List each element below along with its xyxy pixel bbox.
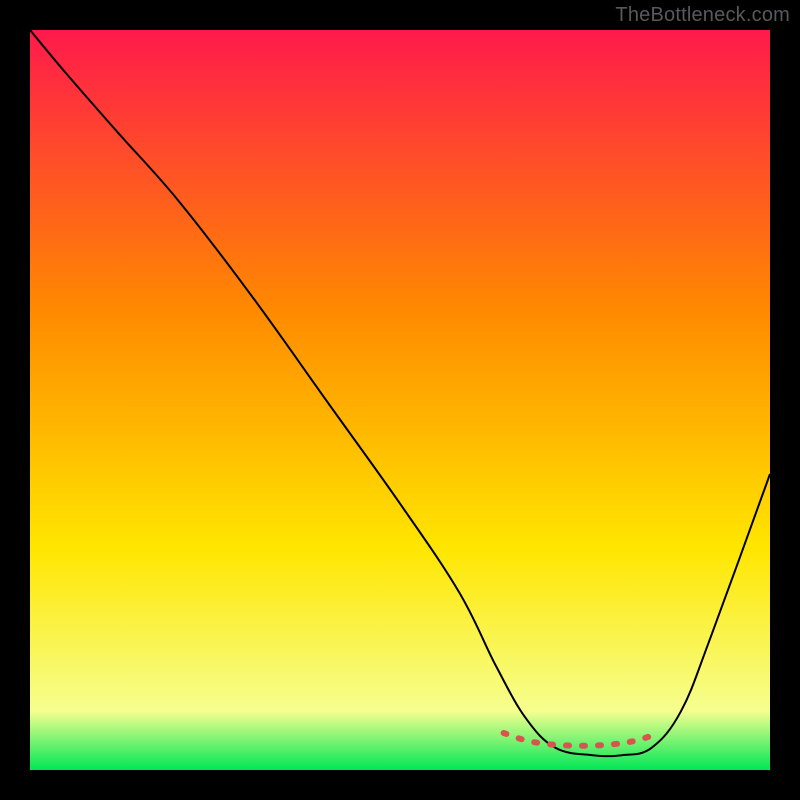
chart-svg: [30, 30, 770, 770]
chart-frame: TheBottleneck.com: [0, 0, 800, 800]
watermark-text: TheBottleneck.com: [615, 4, 790, 27]
plot-area: [30, 30, 770, 770]
gradient-background: [30, 30, 770, 770]
